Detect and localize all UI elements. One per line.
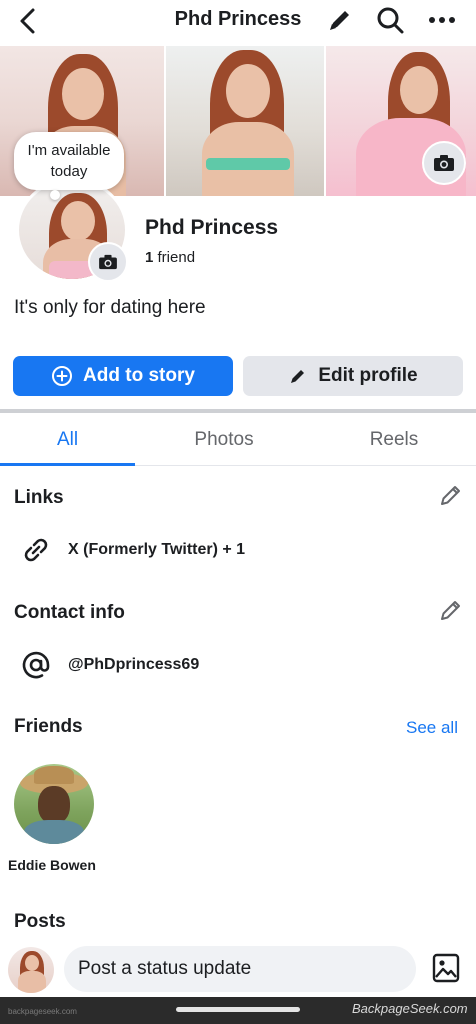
back-arrow-icon[interactable]: [14, 6, 44, 36]
camera-icon: [99, 254, 117, 270]
status-note-bubble[interactable]: I'm available today: [14, 132, 124, 190]
friend-avatar[interactable]: [14, 764, 94, 844]
at-sign-icon: [22, 651, 50, 679]
cover-camera-button[interactable]: [422, 141, 466, 185]
pencil-icon[interactable]: [324, 4, 356, 36]
status-update-input[interactable]: Post a status update: [64, 946, 416, 992]
friend-count-link[interactable]: 1 friend: [145, 249, 195, 266]
section-divider: [0, 409, 476, 413]
status-note-tail: [50, 190, 60, 200]
profile-tabs: All Photos Reels: [0, 414, 476, 466]
camera-icon: [434, 155, 454, 171]
profile-bio: It's only for dating here: [14, 297, 206, 318]
friends-heading: Friends: [14, 716, 83, 737]
composer-avatar: [8, 947, 54, 993]
home-indicator[interactable]: [176, 1007, 300, 1012]
add-to-story-button[interactable]: Add to story: [13, 356, 233, 396]
tab-reels[interactable]: Reels: [330, 414, 458, 466]
add-to-story-label: Add to story: [83, 365, 195, 386]
link-icon: [24, 538, 48, 562]
tab-all[interactable]: All: [0, 414, 135, 466]
watermark-left: backpageseek.com: [8, 1007, 77, 1016]
avatar-camera-button[interactable]: [88, 242, 128, 282]
edit-contact-pencil-icon[interactable]: [436, 597, 464, 625]
friend-name[interactable]: Eddie Bowen: [8, 857, 96, 873]
photo-gallery-icon[interactable]: [430, 952, 462, 984]
top-bar: Phd Princess: [0, 0, 476, 46]
cover-photo-2: [166, 46, 324, 196]
contact-info-heading: Contact info: [14, 602, 125, 623]
link-item[interactable]: X (Formerly Twitter) + 1: [68, 541, 245, 559]
active-tab-indicator: [0, 463, 135, 466]
status-update-placeholder: Post a status update: [78, 958, 252, 979]
edit-profile-button[interactable]: Edit profile: [243, 356, 463, 396]
edit-profile-label: Edit profile: [318, 365, 418, 386]
plus-circle-icon: [52, 366, 73, 386]
edit-links-pencil-icon[interactable]: [436, 482, 464, 510]
tab-photos[interactable]: Photos: [160, 414, 288, 466]
system-home-bar: backpageseek.com BackpageSeek.com: [0, 997, 476, 1024]
contact-item[interactable]: @PhDprincess69: [68, 656, 199, 674]
pencil-icon: [291, 370, 305, 383]
friend-label: friend: [157, 249, 196, 266]
search-icon[interactable]: [374, 4, 406, 36]
see-all-friends-link[interactable]: See all: [406, 718, 458, 738]
more-icon[interactable]: [424, 4, 460, 36]
watermark-right: BackpageSeek.com: [352, 1001, 468, 1016]
links-heading: Links: [14, 487, 64, 508]
posts-heading: Posts: [14, 911, 66, 932]
friend-count: 1: [145, 249, 154, 266]
profile-name: Phd Princess: [145, 216, 279, 239]
